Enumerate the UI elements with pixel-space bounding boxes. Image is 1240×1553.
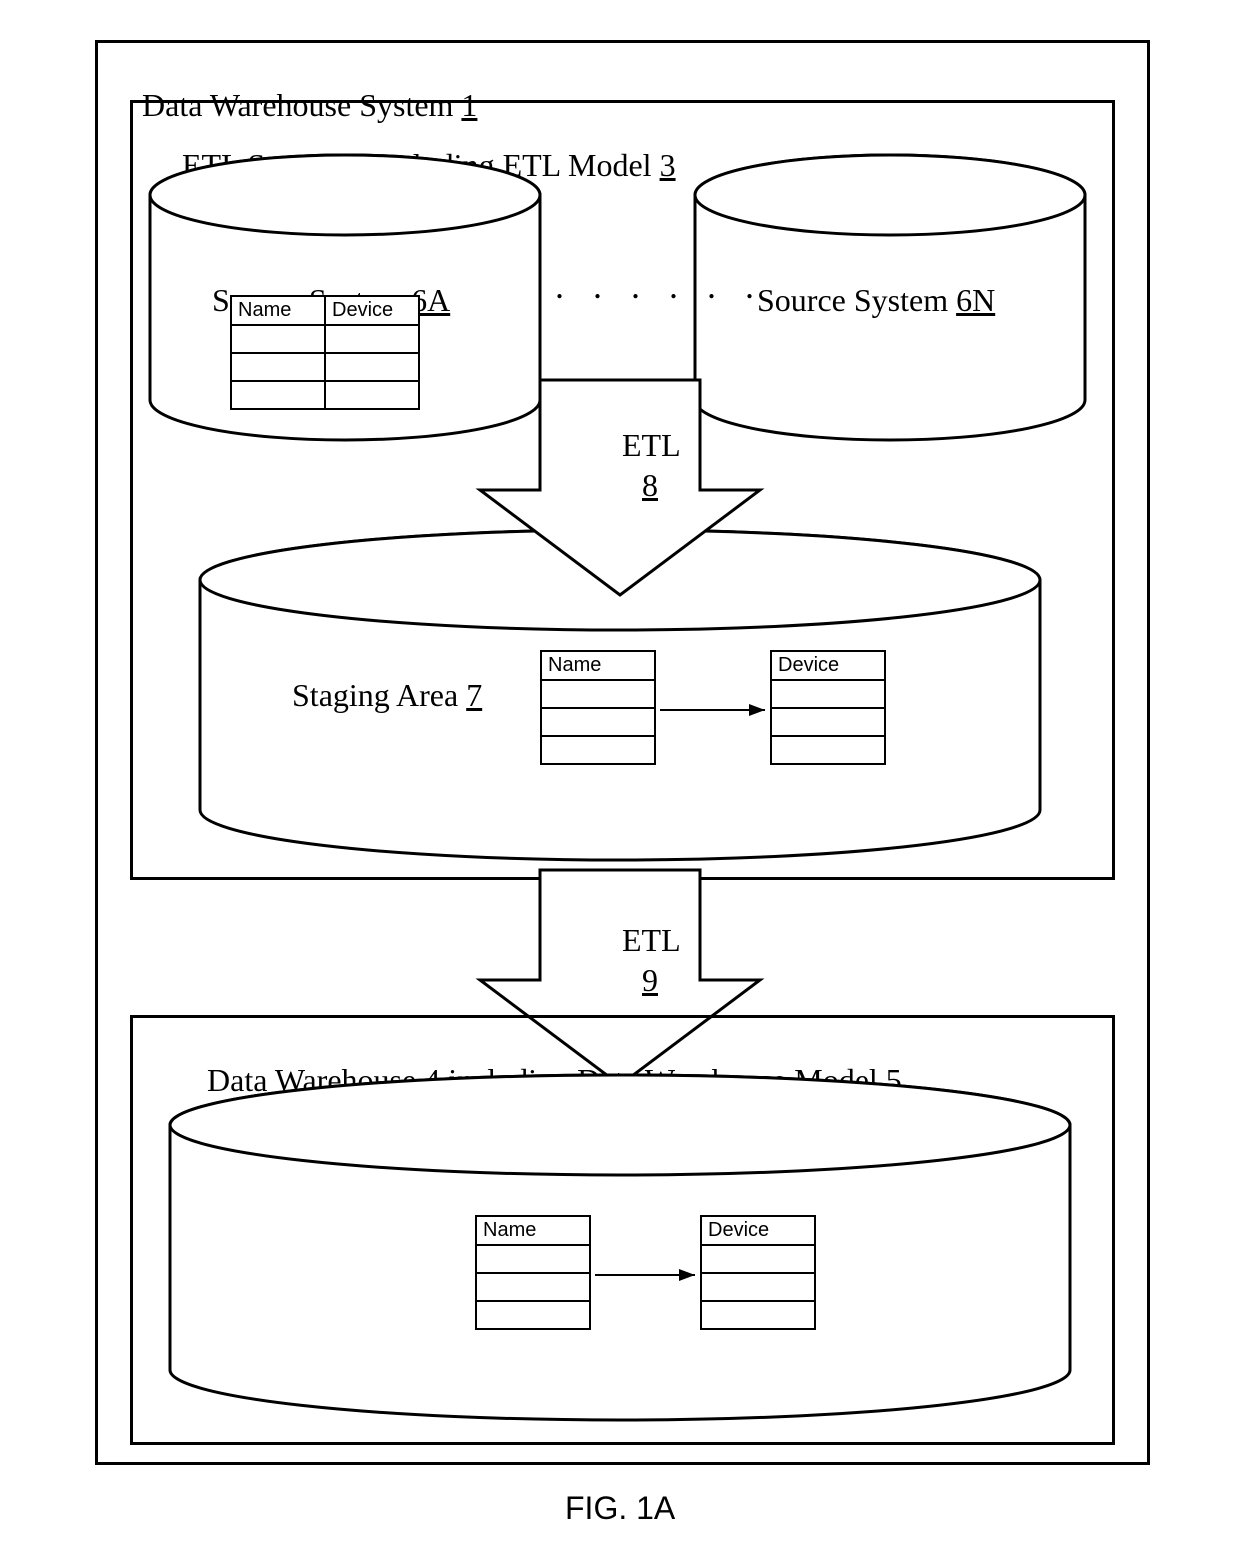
diagram-canvas: Data Warehouse System 1 ETL System 2 inc… xyxy=(0,0,1240,1553)
figure-caption: FIG. 1A xyxy=(565,1490,675,1527)
warehouse-table-arrow xyxy=(0,0,1240,1553)
